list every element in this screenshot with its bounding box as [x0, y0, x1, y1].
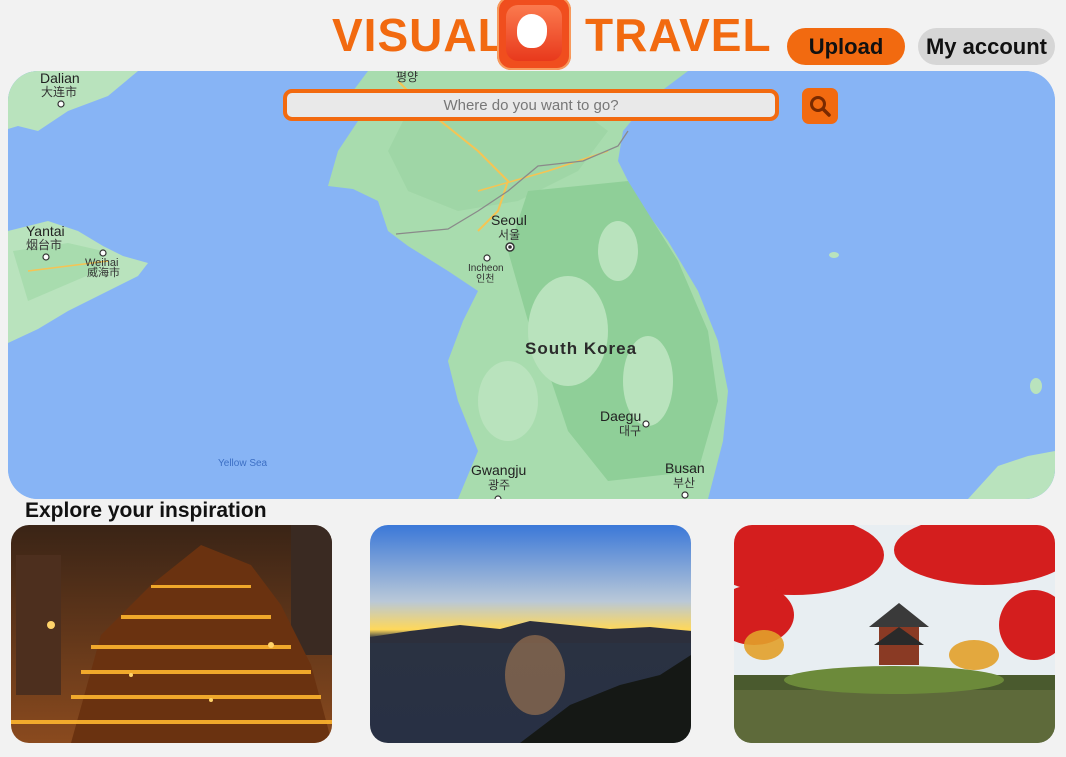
map-label-gwangju-kr: 광주 — [488, 478, 511, 492]
my-account-button[interactable]: My account — [918, 28, 1055, 65]
map-label-busan: Busan — [665, 460, 705, 476]
logo-icon — [497, 0, 571, 70]
search-icon — [810, 96, 831, 117]
upload-button[interactable]: Upload — [787, 28, 905, 65]
map-label-yantai: Yantai — [26, 223, 65, 239]
map-label-seoul-kr: 서울 — [498, 228, 521, 242]
night-city-image — [11, 525, 332, 743]
map-label-pyongyang-kr: 평양 — [396, 71, 419, 84]
inspiration-card-autumn-pavilion[interactable] — [734, 525, 1055, 743]
map-label-dalian: Dalian — [40, 71, 80, 86]
logo-text-travel: TRAVEL — [585, 9, 772, 61]
inspiration-card-night-city[interactable] — [11, 525, 332, 743]
map-view[interactable]: Dalian 大连市 평양 Yantai 烟台市 Weihai 威海市 Seou… — [8, 71, 1055, 499]
map-label-dalian-cn: 大连市 — [41, 85, 78, 99]
map-label-incheon-kr: 인천 — [476, 274, 495, 285]
map-label-daegu: Daegu — [600, 408, 642, 424]
map-label-yantai-cn: 烟台市 — [26, 238, 63, 252]
search-input[interactable]: Where do you want to go? — [283, 89, 779, 121]
map-label-daegu-kr: 대구 — [619, 424, 642, 438]
map-label-busan-kr: 부산 — [673, 476, 696, 490]
map-label-gwangju: Gwangju — [471, 462, 527, 478]
map-graphic — [8, 71, 1055, 499]
map-label-south-korea: South Korea — [525, 339, 638, 358]
inspiration-card-sunset-lake[interactable] — [370, 525, 691, 743]
map-label-seoul: Seoul — [491, 212, 527, 228]
autumn-pavilion-image — [734, 525, 1055, 743]
explore-title: Explore your inspiration — [25, 499, 267, 522]
search-button[interactable] — [802, 88, 838, 124]
sunset-lake-image — [370, 525, 691, 743]
map-label-weihai-cn: 威海市 — [87, 267, 120, 279]
logo-text-visual: VISUAL — [332, 9, 507, 61]
map-label-yellow-sea: Yellow Sea — [218, 458, 268, 469]
